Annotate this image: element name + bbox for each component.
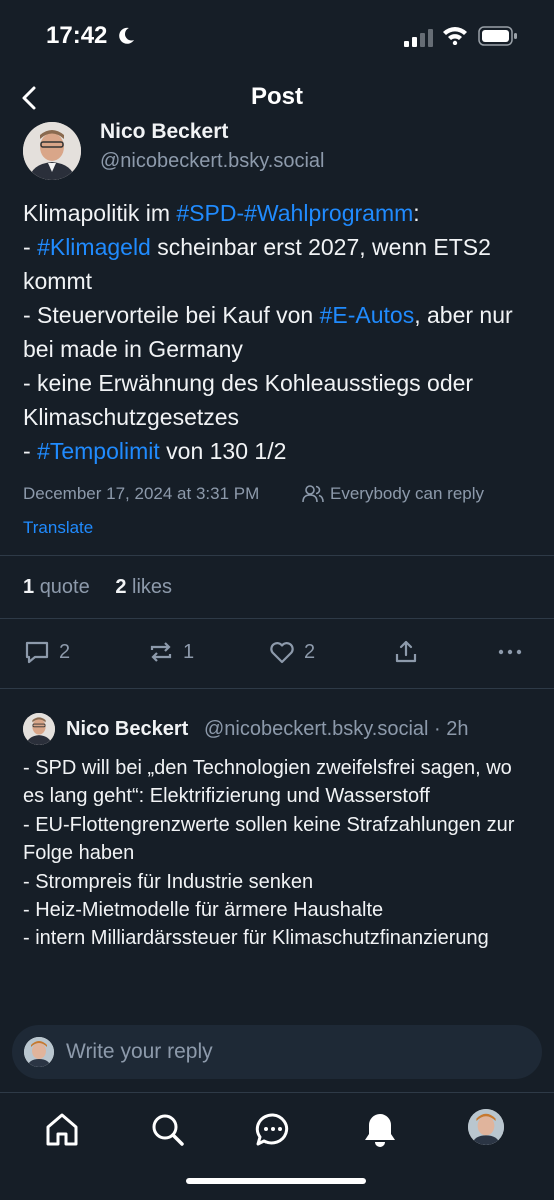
home-indicator: [186, 1178, 366, 1184]
reply-author-name[interactable]: Nico Beckert: [66, 718, 188, 741]
quotes-count: 1: [23, 576, 35, 598]
share-button[interactable]: [392, 638, 420, 666]
like-count: 2: [304, 640, 316, 663]
post-text-segment: - keine Erwähnung des Kohleausstiegs ode…: [23, 370, 474, 430]
comment-icon: [25, 641, 49, 664]
reply-permission: Everybody can reply: [330, 484, 485, 503]
page-title: Post: [250, 83, 303, 110]
profile-avatar[interactable]: [468, 1109, 504, 1145]
status-bar: 17:42: [0, 0, 554, 72]
chat-icon[interactable]: [253, 1110, 293, 1150]
translate-link[interactable]: Translate: [23, 518, 93, 538]
search-icon[interactable]: [148, 1110, 188, 1150]
battery-icon: [478, 26, 517, 46]
repost-button[interactable]: 1: [147, 638, 194, 666]
divider: [0, 555, 554, 556]
moon-icon: [119, 27, 134, 44]
user-avatar: [24, 1037, 54, 1067]
hashtag-link[interactable]: #SPD-#Wahlprogramm: [176, 200, 413, 226]
status-time: 17:42: [46, 22, 108, 49]
reply-input-placeholder: Write your reply: [66, 1040, 213, 1063]
likes-count: 2: [115, 576, 127, 598]
post-stats: 1 quote 2 likes: [23, 576, 172, 599]
post-text: Klimapolitik im #SPD-#Wahlprogramm: - #Kl…: [23, 196, 533, 468]
post-timestamp: December 17, 2024 at 3:31 PM: [23, 484, 260, 503]
wifi-icon: [443, 27, 467, 45]
header: Post: [0, 72, 554, 124]
post-text-segment: -: [23, 234, 38, 260]
divider: [0, 618, 554, 619]
reply-count: 2: [59, 640, 71, 663]
author-avatar[interactable]: [23, 122, 81, 180]
hashtag-link[interactable]: #E-Autos: [320, 302, 415, 328]
likes-stat[interactable]: 2 likes: [115, 576, 172, 598]
people-icon: [302, 485, 324, 503]
reply-author-avatar[interactable]: [23, 713, 55, 745]
like-button[interactable]: 2: [268, 638, 315, 666]
likes-label: likes: [132, 576, 173, 598]
post-text-segment: -: [23, 438, 38, 464]
post-text-segment: Klimapolitik im: [23, 200, 177, 226]
post-text-segment: von 130 1/2: [159, 438, 287, 464]
reply-author-handle[interactable]: @nicobeckert.bsky.social · 2h: [204, 718, 468, 741]
repost-icon: [150, 642, 172, 662]
post-text-segment: - Steuervorteile bei Kauf von: [23, 302, 320, 328]
post-text-segment: :: [413, 200, 420, 226]
author-handle[interactable]: @nicobeckert.bsky.social: [100, 150, 324, 173]
quotes-label: quote: [39, 576, 90, 598]
reply-button[interactable]: 2: [23, 638, 70, 666]
share-icon: [395, 640, 417, 663]
home-icon[interactable]: [42, 1110, 82, 1150]
bell-icon[interactable]: [360, 1110, 400, 1150]
hashtag-link[interactable]: #Tempolimit: [37, 438, 160, 464]
hashtag-link[interactable]: #Klimageld: [37, 234, 151, 260]
repost-count: 1: [183, 640, 195, 663]
reply-text: - SPD will bei „den Technologien zweifel…: [23, 757, 515, 950]
heart-icon: [270, 642, 294, 664]
quotes-stat[interactable]: 1 quote: [23, 576, 90, 598]
more-dots-icon: [498, 649, 522, 655]
author-name[interactable]: Nico Beckert: [100, 120, 228, 144]
divider: [0, 688, 554, 689]
cellular-signal-icon: [404, 29, 433, 47]
more-options-button[interactable]: [496, 638, 524, 666]
